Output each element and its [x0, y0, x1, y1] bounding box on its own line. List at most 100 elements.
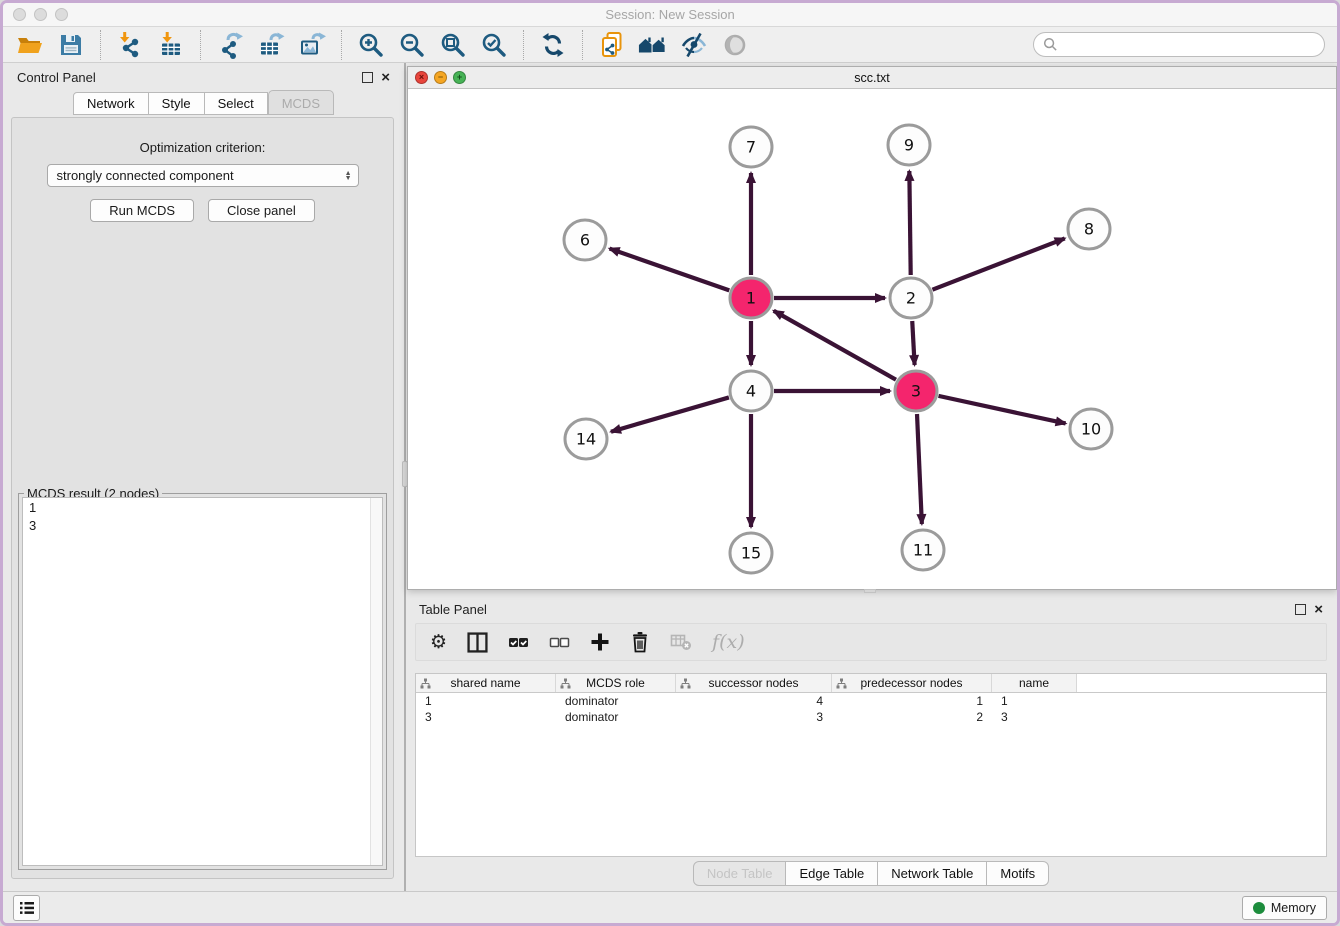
tab-select[interactable]: Select: [205, 92, 268, 115]
zoom-selected-icon[interactable]: [479, 30, 509, 60]
graph-node-14[interactable]: 14: [565, 419, 607, 459]
run-mcds-button[interactable]: Run MCDS: [90, 199, 194, 222]
graph-node-6[interactable]: 6: [564, 220, 606, 260]
table-cell: 3: [676, 709, 832, 725]
deselect-all-icon[interactable]: [549, 632, 570, 653]
refresh-icon[interactable]: [538, 30, 568, 60]
toolbar-separator: [200, 30, 201, 60]
close-panel-icon[interactable]: ×: [381, 70, 390, 85]
tab-network-table[interactable]: Network Table: [878, 861, 987, 886]
export-network-icon[interactable]: [215, 30, 245, 60]
import-network-icon[interactable]: [115, 30, 145, 60]
graph-node-8[interactable]: 8: [1068, 209, 1110, 249]
add-column-icon[interactable]: [590, 632, 610, 652]
result-scrollbar[interactable]: [370, 498, 382, 865]
graph-node-11[interactable]: 11: [902, 530, 944, 570]
show-all-icon[interactable]: [720, 30, 750, 60]
svg-text:14: 14: [576, 430, 596, 449]
tab-motifs[interactable]: Motifs: [987, 861, 1049, 886]
tab-edge-table[interactable]: Edge Table: [786, 861, 878, 886]
graph-svg: 1 2 3 4 6 7 8 9 10 11 14 15: [408, 89, 1336, 589]
main-toolbar: [3, 27, 1337, 63]
memory-button[interactable]: Memory: [1242, 896, 1327, 920]
close-panel-button[interactable]: Close panel: [208, 199, 315, 222]
svg-text:3: 3: [911, 382, 921, 401]
svg-text:10: 10: [1081, 420, 1101, 439]
control-panel-title: Control Panel: [17, 70, 96, 85]
float-panel-icon[interactable]: [1295, 604, 1306, 615]
tab-style[interactable]: Style: [149, 92, 205, 115]
svg-text:11: 11: [913, 541, 933, 560]
graph-node-10[interactable]: 10: [1070, 409, 1112, 449]
hide-selected-icon[interactable]: [679, 30, 709, 60]
network-window-titlebar: × − + scc.txt: [408, 67, 1336, 89]
fit-content-icon[interactable]: [438, 30, 468, 60]
export-image-icon[interactable]: [297, 30, 327, 60]
edge-3-1[interactable]: [774, 311, 896, 380]
column-view-icon[interactable]: [467, 632, 488, 653]
save-session-icon[interactable]: [56, 30, 86, 60]
import-table-icon[interactable]: [156, 30, 186, 60]
table-options-icon[interactable]: ⚙: [430, 633, 447, 652]
delete-column-icon[interactable]: [630, 631, 650, 653]
close-panel-icon[interactable]: ×: [1314, 602, 1323, 617]
search-input[interactable]: [1063, 36, 1315, 53]
mcds-result-area[interactable]: 13: [22, 497, 383, 866]
column-header-successor-nodes[interactable]: successor nodes: [676, 674, 832, 692]
edge-2-8[interactable]: [932, 238, 1064, 289]
edge-3-11[interactable]: [917, 414, 922, 524]
graph-node-7[interactable]: 7: [730, 127, 772, 167]
graph-node-4[interactable]: 4: [730, 371, 772, 411]
main-area: Control Panel × NetworkStyleSelectMCDS O…: [3, 63, 1337, 891]
table-row[interactable]: 3dominator323: [416, 709, 1326, 725]
svg-text:15: 15: [741, 544, 761, 563]
svg-text:9: 9: [904, 136, 914, 155]
graph-node-9[interactable]: 9: [888, 125, 930, 165]
table-cell: 2: [832, 709, 992, 725]
criterion-select[interactable]: strongly connected component ▲▼: [47, 164, 359, 187]
control-panel-tabs: NetworkStyleSelectMCDS: [3, 91, 404, 115]
column-header-predecessor-nodes[interactable]: predecessor nodes: [832, 674, 992, 692]
graph-node-1[interactable]: 1: [730, 278, 772, 318]
graph-node-2[interactable]: 2: [890, 278, 932, 318]
tab-mcds[interactable]: MCDS: [268, 90, 334, 115]
edge-2-9[interactable]: [909, 171, 910, 275]
export-table-icon[interactable]: [256, 30, 286, 60]
svg-text:7: 7: [746, 138, 756, 157]
edge-4-14[interactable]: [611, 397, 729, 431]
network-canvas[interactable]: 1 2 3 4 6 7 8 9 10 11 14 15: [408, 89, 1336, 594]
network-window-title: scc.txt: [408, 71, 1336, 85]
table-cell: 3: [416, 709, 556, 725]
clone-network-icon[interactable]: [597, 30, 627, 60]
column-header-name[interactable]: name: [992, 674, 1077, 692]
table-cell: 3: [992, 709, 1077, 725]
column-header-shared-name[interactable]: shared name: [416, 674, 556, 692]
table-panel-header: Table Panel ×: [407, 595, 1335, 623]
zoom-in-icon[interactable]: [356, 30, 386, 60]
edge-2-3[interactable]: [912, 321, 914, 365]
first-neighbors-icon[interactable]: [638, 30, 668, 60]
task-history-button[interactable]: [13, 895, 40, 921]
edge-1-6[interactable]: [610, 249, 730, 291]
search-box[interactable]: [1033, 32, 1325, 57]
svg-text:1: 1: [746, 289, 756, 308]
optimization-criterion-label: Optimization criterion:: [12, 140, 393, 155]
list-icon: [18, 899, 36, 917]
toolbar-separator: [100, 30, 101, 60]
float-panel-icon[interactable]: [362, 72, 373, 83]
tab-node-table[interactable]: Node Table: [693, 861, 787, 886]
table-panel-title: Table Panel: [419, 602, 487, 617]
graph-node-15[interactable]: 15: [730, 533, 772, 573]
column-header-MCDS-role[interactable]: MCDS role: [556, 674, 676, 692]
zoom-out-icon[interactable]: [397, 30, 427, 60]
window-titlebar: Session: New Session: [3, 3, 1337, 27]
edge-3-10[interactable]: [938, 396, 1065, 424]
graph-node-3[interactable]: 3: [895, 371, 937, 411]
table-row[interactable]: 1dominator411: [416, 693, 1326, 709]
select-all-icon[interactable]: [508, 632, 529, 653]
memory-status-icon: [1253, 902, 1265, 914]
open-file-icon[interactable]: [15, 30, 45, 60]
mcds-result-fieldset: MCDS result (2 nodes) 13: [18, 493, 387, 870]
tab-network[interactable]: Network: [73, 92, 149, 115]
canvas-resize-grip[interactable]: [864, 589, 876, 593]
